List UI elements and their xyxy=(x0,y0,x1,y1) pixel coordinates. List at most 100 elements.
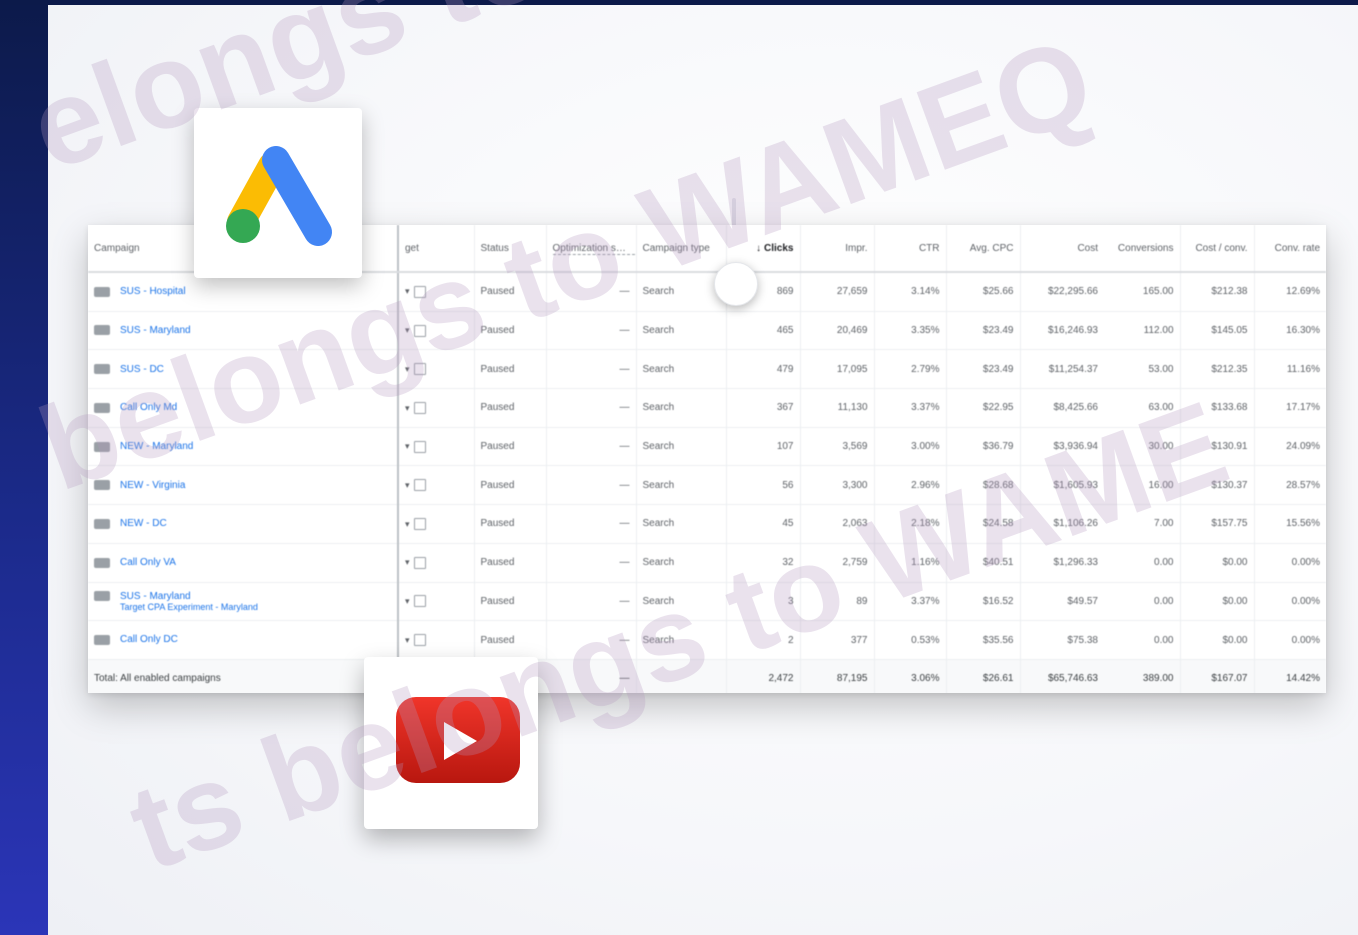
campaign-status-chip[interactable] xyxy=(94,591,110,602)
edit-budget-icon[interactable] xyxy=(413,285,426,298)
conversions-cell: 0.00 xyxy=(1104,543,1180,583)
campaign-cell[interactable]: Call Only Md xyxy=(88,388,398,428)
edit-budget-icon[interactable] xyxy=(413,479,426,492)
edit-budget-icon[interactable] xyxy=(413,363,426,376)
col-conv-rate[interactable]: Conv. rate xyxy=(1253,225,1326,273)
campaign-name-link[interactable]: NEW - Virginia xyxy=(120,480,185,491)
campaign-type-cell: Search xyxy=(635,311,726,351)
status-cell: Paused xyxy=(473,582,546,622)
col-budget[interactable]: get xyxy=(397,225,474,273)
col-conversions[interactable]: Conversions xyxy=(1104,225,1180,273)
campaign-name-link[interactable]: SUS - Maryland xyxy=(120,591,191,602)
edit-budget-icon[interactable] xyxy=(413,634,426,647)
table-row[interactable]: SUS - Maryland ▾ Paused — Search 465 20,469 3.3… xyxy=(88,311,1326,351)
edit-budget-icon[interactable] xyxy=(413,324,426,337)
edit-budget-icon[interactable] xyxy=(413,517,426,530)
dropdown-arrow-icon[interactable]: ▾ xyxy=(405,635,410,645)
campaign-name-link[interactable]: Call Only DC xyxy=(120,634,178,645)
table-row[interactable]: SUS - Maryland Target CPA Experiment - Ma… xyxy=(88,582,1326,622)
campaign-cell[interactable]: NEW - Virginia xyxy=(88,465,398,506)
campaign-status-chip[interactable] xyxy=(94,480,110,491)
conversions-cell: 112.00 xyxy=(1104,311,1180,351)
campaign-name-link[interactable]: NEW - Maryland xyxy=(120,441,193,452)
campaign-name-link[interactable]: SUS - Maryland xyxy=(120,325,191,336)
status-cell: Paused xyxy=(473,311,546,351)
cost-cell: $1,106.26 xyxy=(1019,504,1104,544)
col-impr[interactable]: Impr. xyxy=(799,225,874,273)
campaign-status-chip[interactable] xyxy=(94,634,110,645)
avg-cpc-cell: $35.56 xyxy=(945,620,1020,660)
dropdown-arrow-icon[interactable]: ▾ xyxy=(405,596,410,606)
table-row[interactable]: Call Only VA ▾ Paused — Search 32 2,759 1.16% $4… xyxy=(88,543,1326,583)
edit-budget-icon[interactable] xyxy=(413,556,426,569)
ctr-cell: 2.18% xyxy=(873,504,946,544)
ctr-cell: 3.37% xyxy=(873,582,946,622)
col-campaign-type[interactable]: Campaign type xyxy=(635,225,726,273)
cost-per-conv-cell: $0.00 xyxy=(1179,582,1254,622)
campaign-status-chip[interactable] xyxy=(94,518,110,529)
campaign-cell[interactable]: NEW - DC xyxy=(88,504,398,544)
impr-cell: 89 xyxy=(799,582,874,622)
budget-cell[interactable]: ▾ xyxy=(397,349,474,390)
campaign-status-chip[interactable] xyxy=(94,557,110,568)
budget-cell[interactable]: ▾ xyxy=(397,543,474,583)
edit-budget-icon[interactable] xyxy=(413,401,426,414)
campaign-cell[interactable]: NEW - Maryland xyxy=(88,427,398,467)
ctr-cell: 3.14% xyxy=(873,272,946,312)
campaign-status-chip[interactable] xyxy=(94,364,110,375)
dropdown-arrow-icon[interactable]: ▾ xyxy=(405,403,410,413)
optimization-cell: — xyxy=(545,465,636,506)
campaign-name-link[interactable]: NEW - DC xyxy=(120,518,167,529)
col-cost[interactable]: Cost xyxy=(1019,225,1104,273)
budget-cell[interactable]: ▾ xyxy=(397,388,474,428)
clicks-cell: 32 xyxy=(725,543,800,583)
budget-cell[interactable]: ▾ xyxy=(397,620,474,660)
col-status[interactable]: Status xyxy=(473,225,546,273)
campaign-cell[interactable]: SUS - DC xyxy=(88,349,398,390)
connector-knob xyxy=(714,262,758,306)
campaign-status-chip[interactable] xyxy=(94,441,110,452)
budget-cell[interactable]: ▾ xyxy=(397,465,474,506)
campaign-cell[interactable]: Call Only VA xyxy=(88,543,398,583)
table-row[interactable]: Call Only DC ▾ Paused — Search 2 377 0.53% $35.5… xyxy=(88,620,1326,660)
budget-cell[interactable]: ▾ xyxy=(397,504,474,544)
col-avg-cpc[interactable]: Avg. CPC xyxy=(945,225,1020,273)
campaign-cell[interactable]: Call Only DC xyxy=(88,620,398,660)
total-conv-rate: 14.42% xyxy=(1253,659,1326,693)
col-cost-per-conv[interactable]: Cost / conv. xyxy=(1179,225,1254,273)
table-row[interactable]: NEW - Virginia ▾ Paused — Search 56 3,300 2.96%… xyxy=(88,465,1326,506)
budget-cell[interactable]: ▾ xyxy=(397,272,474,312)
col-optimization-score[interactable]: Optimization score xyxy=(545,225,636,273)
budget-cell[interactable]: ▾ xyxy=(397,427,474,467)
dropdown-arrow-icon[interactable]: ▾ xyxy=(405,325,410,335)
cost-per-conv-cell: $212.38 xyxy=(1179,272,1254,312)
table-row[interactable]: NEW - DC ▾ Paused — Search 45 2,063 2.18% $24.58… xyxy=(88,504,1326,544)
conv-rate-cell: 11.16% xyxy=(1253,349,1326,390)
campaign-cell[interactable]: SUS - Maryland xyxy=(88,311,398,351)
table-row[interactable]: SUS - DC ▾ Paused — Search 479 17,095 2.79% $23.… xyxy=(88,349,1326,390)
col-ctr[interactable]: CTR xyxy=(873,225,946,273)
table-row[interactable]: Call Only Md ▾ Paused — Search 367 11,130 3.37%… xyxy=(88,388,1326,428)
dropdown-arrow-icon[interactable]: ▾ xyxy=(405,286,410,296)
dropdown-arrow-icon[interactable]: ▾ xyxy=(405,364,410,374)
budget-cell[interactable]: ▾ xyxy=(397,311,474,351)
campaign-name-link[interactable]: SUS - Hospital xyxy=(120,286,186,297)
campaign-cell[interactable]: SUS - Maryland Target CPA Experiment - Ma… xyxy=(88,582,398,622)
campaign-status-chip[interactable] xyxy=(94,286,110,297)
dropdown-arrow-icon[interactable]: ▾ xyxy=(405,557,410,567)
edit-budget-icon[interactable] xyxy=(413,440,426,453)
total-conversions: 389.00 xyxy=(1104,659,1180,693)
budget-cell[interactable]: ▾ xyxy=(397,582,474,622)
campaign-type-cell: Search xyxy=(635,504,726,544)
dropdown-arrow-icon[interactable]: ▾ xyxy=(405,441,410,451)
campaign-status-chip[interactable] xyxy=(94,325,110,336)
campaign-sub-link[interactable]: Target CPA Experiment - Maryland xyxy=(120,602,391,612)
campaign-name-link[interactable]: Call Only VA xyxy=(120,557,176,568)
table-row[interactable]: NEW - Maryland ▾ Paused — Search 107 3,569 3.00… xyxy=(88,427,1326,467)
campaign-name-link[interactable]: Call Only Md xyxy=(120,402,177,413)
campaign-status-chip[interactable] xyxy=(94,402,110,413)
dropdown-arrow-icon[interactable]: ▾ xyxy=(405,480,410,490)
campaign-name-link[interactable]: SUS - DC xyxy=(120,364,164,375)
edit-budget-icon[interactable] xyxy=(413,595,426,608)
dropdown-arrow-icon[interactable]: ▾ xyxy=(405,519,410,529)
